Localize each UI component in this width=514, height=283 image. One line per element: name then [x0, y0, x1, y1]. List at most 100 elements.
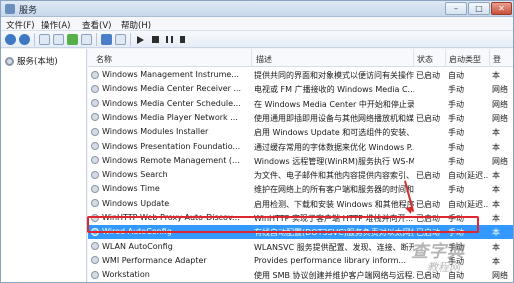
title-bar: 服务 – □ ✕	[1, 1, 513, 17]
column-divider[interactable]	[413, 49, 414, 67]
table-row[interactable]: Windows Update 启用检测、下载和安装 Windows 和其他程序..…	[88, 197, 513, 211]
column-divider[interactable]	[489, 49, 490, 67]
menu-help[interactable]: 帮助(H)	[121, 19, 151, 31]
service-logon-as: 本	[492, 228, 500, 238]
service-description: 提供共同的界面和对象模式以便访问有关操作...	[254, 71, 414, 80]
service-name: Workstation	[91, 270, 249, 279]
service-logon-as: 本	[492, 71, 500, 80]
table-row[interactable]: Windows Modules Installer 启用 Windows Upda…	[88, 125, 513, 139]
service-logon-as: 网络	[492, 156, 508, 166]
service-name-text: Windows Presentation Foundatio...	[102, 141, 241, 151]
service-name: WLAN AutoConfig	[91, 242, 249, 251]
service-logon-as: 本	[492, 256, 500, 266]
service-logon-as: 本	[492, 185, 500, 195]
table-row[interactable]: Windows Media Center Schedule... 在 Window…	[88, 97, 513, 111]
column-header-name[interactable]: 名称	[96, 54, 112, 65]
service-description: 使用通用即插即用设备与其他网络播放机和媒...	[254, 113, 414, 123]
forward-icon[interactable]	[19, 34, 30, 45]
column-header-startup-type[interactable]: 启动类型	[449, 54, 481, 65]
minimize-button[interactable]: –	[445, 2, 467, 15]
service-name: Windows Media Player Network ...	[91, 113, 249, 122]
service-status: 已启动	[416, 171, 440, 181]
gear-icon	[91, 84, 99, 93]
help-icon[interactable]	[101, 34, 112, 45]
menu-action[interactable]: 操作(A)	[41, 19, 70, 31]
service-name: Windows Time	[91, 184, 249, 193]
service-description: 使用 SMB 协议创建并维护客户端网络与远程...	[254, 271, 414, 281]
table-row[interactable]: Windows Media Player Network ... 使用通用即插即用…	[88, 111, 513, 125]
show-hide-console-tree-icon[interactable]	[39, 34, 50, 45]
service-status: 已启动	[416, 199, 440, 209]
service-name-text: Windows Modules Installer	[102, 127, 209, 137]
service-description: 维护在网络上的所有客户端和服务器的时间和...	[254, 185, 414, 195]
gear-icon	[91, 156, 99, 165]
service-name: WMI Performance Adapter	[91, 256, 249, 265]
gear-icon	[5, 56, 14, 66]
column-header-logon[interactable]: 登	[493, 54, 501, 65]
service-startup-type: 手动	[448, 85, 464, 95]
highlight-annotation	[87, 216, 479, 233]
list-header: 名称 描述 状态 启动类型 登	[88, 49, 513, 67]
column-divider[interactable]	[445, 49, 446, 67]
restart-service-icon[interactable]	[180, 36, 187, 43]
service-name-text: WLAN AutoConfig	[102, 241, 173, 251]
column-header-description[interactable]: 描述	[256, 54, 272, 65]
refresh-icon[interactable]	[67, 34, 78, 45]
close-button[interactable]: ✕	[491, 2, 512, 15]
table-row[interactable]: Windows Time 维护在网络上的所有客户端和服务器的时间和... 手动 本	[88, 182, 513, 196]
menu-file[interactable]: 文件(F)	[6, 19, 35, 31]
service-description: Provides performance library inform...	[254, 255, 406, 265]
window-title: 服务	[19, 6, 38, 16]
back-icon[interactable]	[5, 34, 16, 45]
gear-icon	[91, 270, 99, 279]
column-header-status[interactable]: 状态	[417, 54, 433, 65]
service-logon-as: 网络	[492, 85, 508, 95]
pause-service-icon[interactable]	[166, 36, 173, 43]
service-name-text: Windows Media Center Schedule...	[102, 98, 241, 108]
service-name-text: Windows Search	[102, 170, 168, 180]
service-logon-as: 本	[492, 214, 500, 223]
services-app-icon	[5, 4, 15, 14]
toolbar-separator	[34, 33, 35, 46]
service-description: 为文件、电子邮件和其他内容提供内容索引、...	[254, 171, 414, 181]
service-logon-as: 网络	[492, 271, 508, 281]
service-logon-as: 网络	[492, 99, 508, 109]
view-icon[interactable]	[115, 34, 126, 45]
menu-view[interactable]: 查看(V)	[82, 19, 111, 31]
service-logon-as: 本	[492, 199, 500, 209]
stop-service-icon[interactable]	[152, 36, 159, 43]
service-startup-type: 手动	[448, 99, 464, 109]
service-description: Windows 远程管理(WinRM)服务执行 WS-M...	[254, 156, 414, 166]
table-row[interactable]: Windows Media Center Receiver ... 电视或 FM …	[88, 82, 513, 96]
gear-icon	[91, 70, 99, 79]
export-list-icon[interactable]	[81, 34, 92, 45]
table-row[interactable]: Windows Search 为文件、电子邮件和其他内容提供内容索引、... 已启动…	[88, 168, 513, 182]
watermark-sub: 教程网	[427, 261, 460, 274]
service-description: 通过缓存常用的字体数据来优化 Windows P...	[254, 142, 414, 152]
service-name: Windows Management Instrume...	[91, 70, 249, 79]
service-status: 已启动	[416, 113, 440, 123]
service-startup-type: 手动	[448, 142, 464, 152]
gear-icon	[91, 242, 99, 251]
properties-icon[interactable]	[53, 34, 64, 45]
service-startup-type: 手动	[448, 156, 464, 166]
service-name: Windows Update	[91, 199, 249, 208]
maximize-button[interactable]: □	[468, 2, 490, 15]
service-name-text: Windows Media Center Receiver ...	[102, 84, 242, 94]
start-service-icon[interactable]	[137, 36, 144, 44]
service-name: Windows Remote Management (...	[91, 156, 249, 165]
service-description: WLANSVC 服务提供配置、发现、连接、断开...	[254, 242, 414, 252]
gear-icon	[91, 142, 99, 150]
tree-item-services-local[interactable]: 服务(本地)	[5, 55, 58, 67]
gear-icon	[91, 256, 99, 265]
table-row[interactable]: Windows Management Instrume... 提供共同的界面和对象…	[88, 68, 513, 82]
toolbar	[1, 31, 513, 48]
service-name-text: Windows Media Player Network ...	[102, 112, 238, 122]
toolbar-separator	[96, 33, 97, 46]
services-window: 服务 – □ ✕ 文件(F) 操作(A) 查看(V) 帮助(H) 服务(本地)	[0, 0, 514, 283]
table-row[interactable]: Windows Remote Management (... Windows 远程…	[88, 154, 513, 168]
column-divider[interactable]	[251, 49, 252, 67]
service-name: Windows Media Center Receiver ...	[91, 84, 249, 93]
table-row[interactable]: Windows Presentation Foundatio... 通过缓存常用的…	[88, 140, 513, 154]
service-name: Windows Media Center Schedule...	[91, 99, 249, 108]
